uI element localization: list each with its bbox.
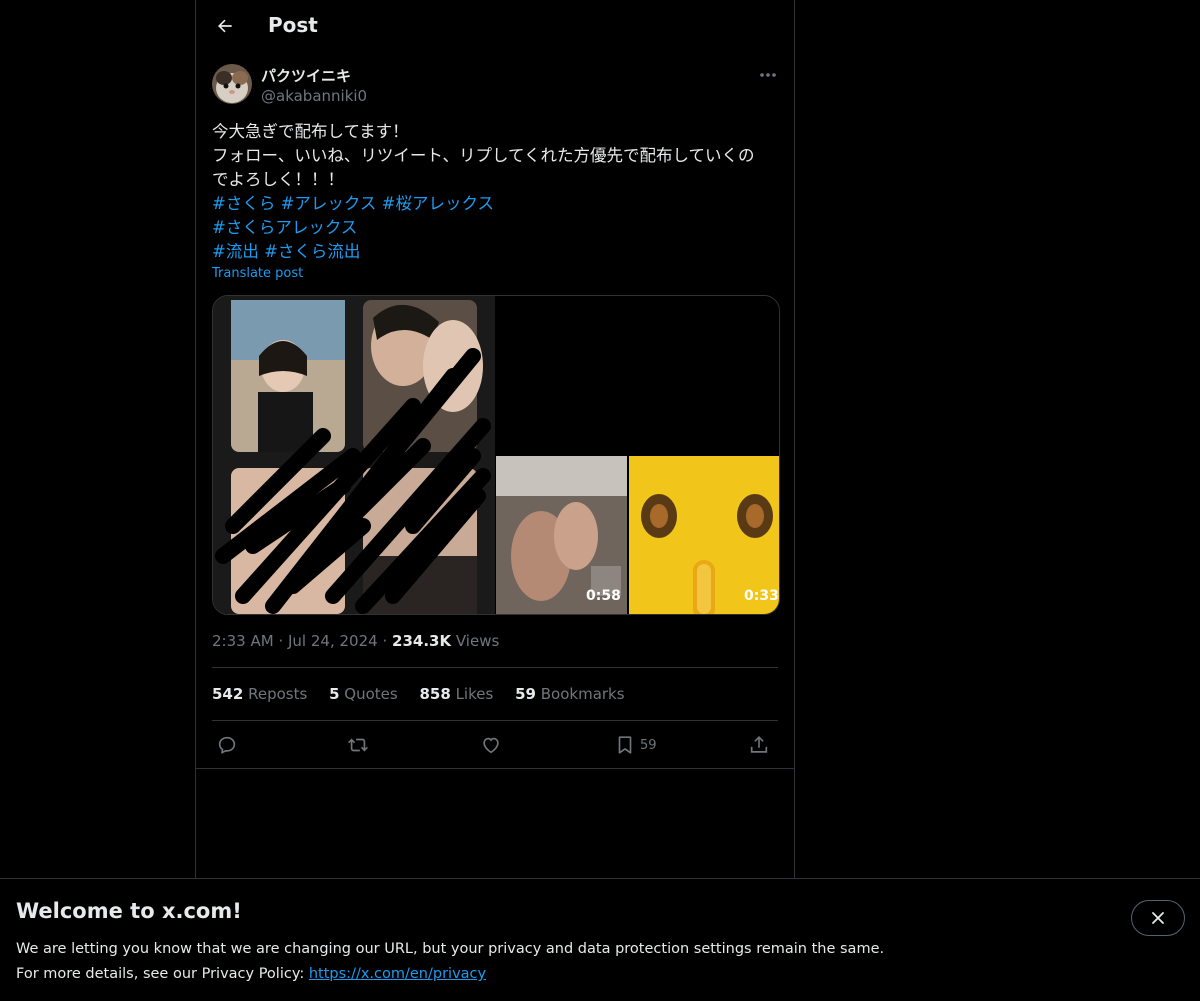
author-name[interactable]: パクツイニキ xyxy=(261,65,351,86)
reposts-count: 542 xyxy=(212,685,244,703)
page-title: Post xyxy=(268,13,318,37)
repost-icon xyxy=(348,738,368,752)
post-date[interactable]: Jul 24, 2024 xyxy=(288,632,378,650)
close-banner-button[interactable] xyxy=(1131,900,1185,936)
reposts-stat[interactable]: 542 Reposts xyxy=(212,685,307,703)
banner-line: We are letting you know that we are chan… xyxy=(16,941,885,957)
bookmarks-count: 59 xyxy=(515,685,536,703)
hashtag-link[interactable]: #流出 xyxy=(212,242,259,261)
like-button[interactable] xyxy=(480,730,502,760)
action-bar: 59 xyxy=(212,730,778,760)
hashtag-line: #さくらアレックス xyxy=(212,216,778,240)
hashtag-link[interactable]: #桜アレックス xyxy=(382,194,494,213)
privacy-policy-link[interactable]: https://x.com/en/privacy xyxy=(309,966,486,982)
banner-link-prefix: For more details, see our Privacy Policy… xyxy=(16,966,309,982)
hashtag-link[interactable]: #アレックス xyxy=(281,194,377,213)
views-count: 234.3K xyxy=(392,632,452,650)
media-grid: 0:58 0:33 xyxy=(212,295,780,615)
meta-separator: · xyxy=(278,632,284,650)
quotes-stat[interactable]: 5 Quotes xyxy=(329,685,398,703)
bookmarks-stat[interactable]: 59 Bookmarks xyxy=(515,685,624,703)
share-icon xyxy=(750,736,768,753)
bookmark-icon xyxy=(618,736,632,754)
hashtag-link[interactable]: #さくらアレックス xyxy=(212,218,357,237)
divider xyxy=(212,667,778,668)
welcome-banner: Welcome to x.com! We are letting you kno… xyxy=(0,878,1200,1001)
author-handle[interactable]: @akabanniki0 xyxy=(261,87,367,105)
likes-label: Likes xyxy=(455,685,494,703)
bookmark-count: 59 xyxy=(640,737,657,753)
media-image[interactable] xyxy=(213,296,495,614)
media-placeholder xyxy=(496,296,779,454)
bookmarks-label: Bookmarks xyxy=(540,685,625,703)
more-options-button[interactable] xyxy=(756,64,780,86)
banner-line: For more details, see our Privacy Policy… xyxy=(16,962,884,987)
hashtag-link[interactable]: #さくら xyxy=(212,194,275,213)
share-button[interactable] xyxy=(748,730,770,760)
hashtag-link[interactable]: #さくら流出 xyxy=(264,242,360,261)
meta-separator: · xyxy=(382,632,388,650)
close-icon xyxy=(1152,912,1164,924)
post-time[interactable]: 2:33 AM xyxy=(212,632,274,650)
hashtag-line: #流出 #さくら流出 xyxy=(212,240,778,264)
back-button[interactable] xyxy=(208,9,242,43)
banner-text: We are letting you know that we are chan… xyxy=(16,937,884,987)
more-horizontal-icon xyxy=(760,73,776,77)
likes-stat[interactable]: 858 Likes xyxy=(419,685,493,703)
reply-button[interactable] xyxy=(216,730,238,760)
divider xyxy=(212,720,778,721)
post-meta: 2:33 AM · Jul 24, 2024 · 234.3K Views xyxy=(212,632,499,650)
arrow-left-icon xyxy=(218,19,232,33)
quotes-label: Quotes xyxy=(344,685,398,703)
avatar[interactable] xyxy=(212,64,252,104)
quotes-count: 5 xyxy=(329,685,340,703)
likes-count: 858 xyxy=(419,685,451,703)
post-text: 今大急ぎで配布してます！ フォロー、いいね、リツイート、リプしてくれた方優先で配… xyxy=(212,120,778,264)
post-text-line: でよろしく！！！ xyxy=(212,170,344,189)
banner-title: Welcome to x.com! xyxy=(16,899,242,923)
top-bar: Post xyxy=(196,0,794,54)
post-bottom-divider xyxy=(196,768,794,769)
post-stats: 542 Reposts 5 Quotes 858 Likes 59 Bookma… xyxy=(212,685,642,703)
main-column: Post パクツイニキ @akabanniki0 今大急ぎで配布してます！ フォ… xyxy=(195,0,795,1000)
video-duration: 0:33 xyxy=(744,588,779,604)
repost-button[interactable] xyxy=(346,730,370,760)
reply-icon xyxy=(218,736,236,754)
post-text-line: 今大急ぎで配布してます！ xyxy=(212,122,409,141)
hashtag-line: #さくら #アレックス #桜アレックス xyxy=(212,192,778,216)
bookmark-button[interactable]: 59 xyxy=(614,730,657,760)
video-duration: 0:58 xyxy=(586,588,621,604)
translate-post-link[interactable]: Translate post xyxy=(212,266,303,281)
like-icon xyxy=(483,737,499,754)
views-label: Views xyxy=(455,632,500,650)
reposts-label: Reposts xyxy=(248,685,308,703)
post-text-line: フォロー、いいね、リツイート、リプしてくれた方優先で配布していくの xyxy=(212,146,755,165)
